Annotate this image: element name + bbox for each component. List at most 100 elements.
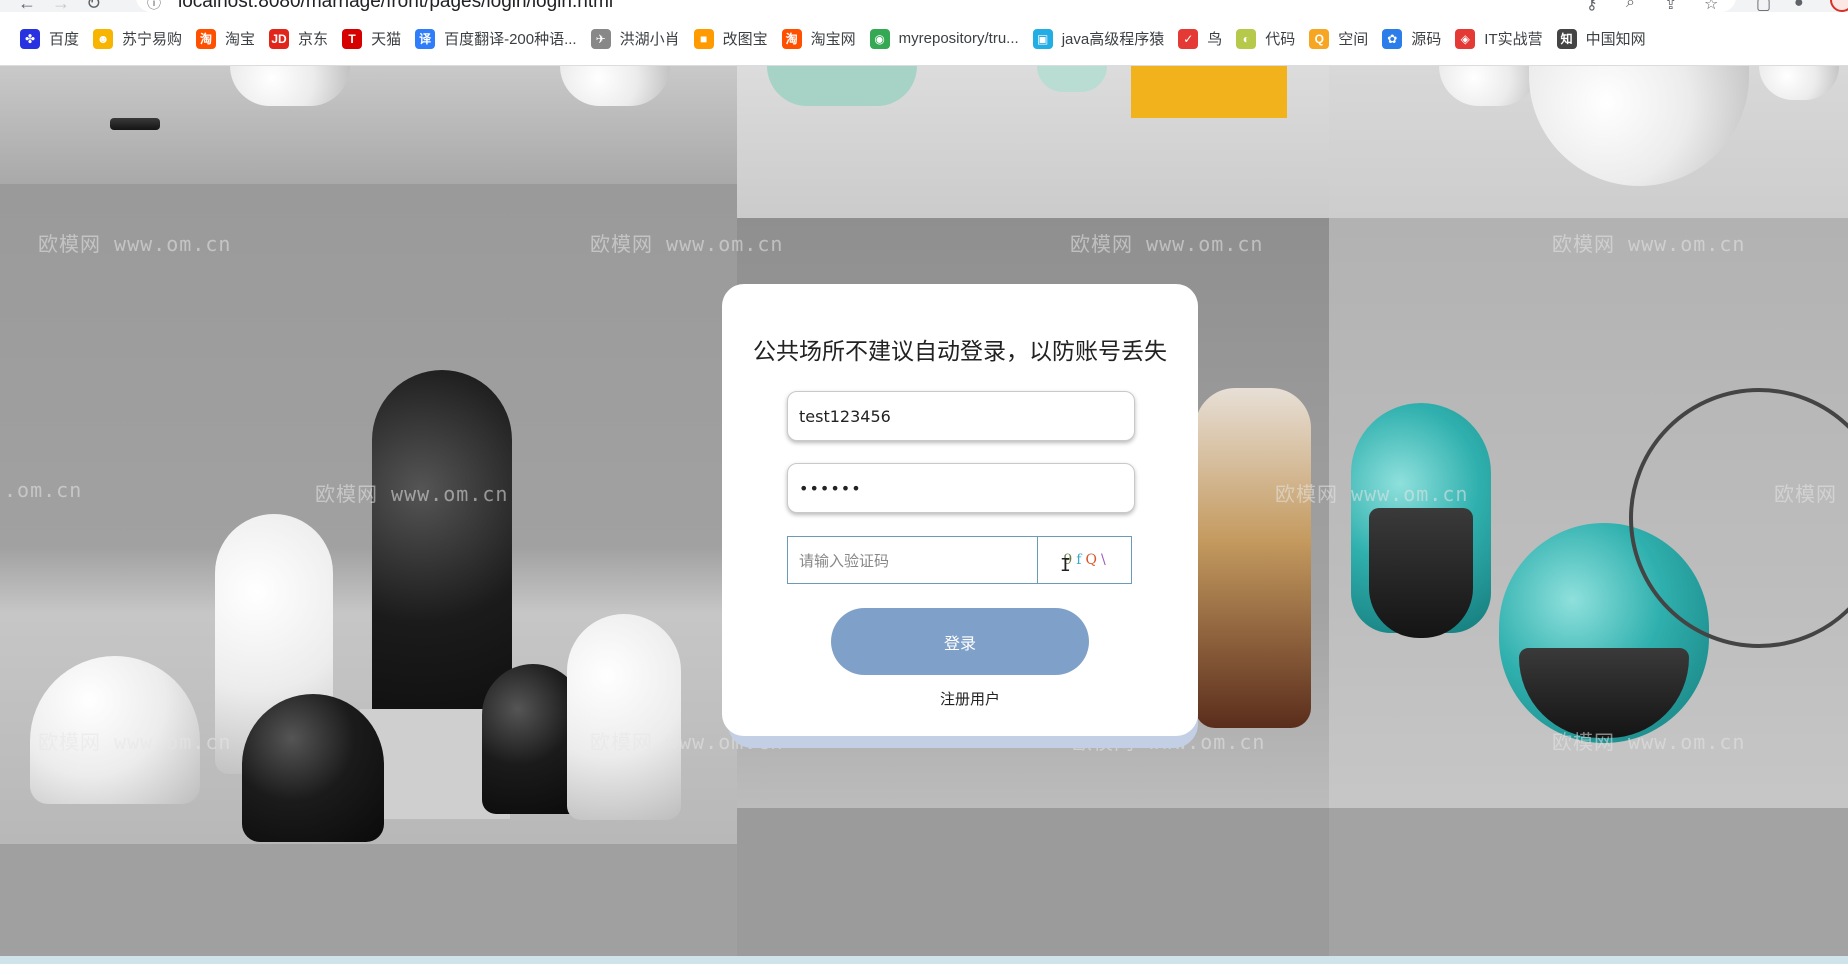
tab-square-icon[interactable]: ▢	[1756, 0, 1771, 12]
back-arrow-icon[interactable]: ←	[18, 0, 36, 12]
photo-tile	[737, 808, 1329, 956]
browser-toolbar: ← → ↻ ⓘ localhost:8080/marriage/front/pa…	[0, 0, 1848, 12]
it-icon: ◈	[1455, 28, 1476, 49]
bookmark-label: 洪湖小肖	[619, 31, 680, 48]
photo-tile	[0, 66, 737, 184]
photo-tile	[1329, 218, 1848, 874]
login-button[interactable]: 登录	[831, 608, 1089, 675]
bookmark-item[interactable]: 淘淘宝网	[778, 23, 866, 55]
bilibili-icon: ▣	[1032, 28, 1053, 49]
watermark: 欧模网 www.om.cn	[1070, 232, 1264, 256]
bookmark-item[interactable]: ✓ 鸟	[1174, 23, 1232, 55]
vase-shape	[560, 66, 670, 106]
bookmark-item[interactable]: ◐ 代码	[1232, 23, 1305, 55]
bookmark-label: 京东	[298, 31, 329, 48]
bookmark-label: 淘宝网	[810, 31, 856, 48]
bookmark-label: 天猫	[371, 31, 402, 48]
bookmark-label: java高级程序猿	[1061, 31, 1165, 48]
bookmark-item[interactable]: ◈ IT实战营	[1451, 23, 1552, 55]
reload-icon[interactable]: ↻	[86, 0, 101, 12]
bookmark-item[interactable]: ✈ 洪湖小肖	[587, 23, 690, 55]
bookmark-label: 中国知网	[1585, 31, 1646, 48]
captcha-char: \	[1100, 552, 1106, 568]
watermark: 欧模网 www.om.cn	[590, 232, 784, 256]
captcha-input[interactable]: 请输入验证码	[788, 537, 1038, 583]
username-input[interactable]: test123456	[787, 391, 1135, 441]
vase-shape	[767, 66, 917, 106]
bookmark-item[interactable]: ✿ 源码	[1378, 23, 1451, 55]
bookmarks-bar: ✤ 百度 ☻ 苏宁易购淘淘宝 JD 京东 T 天猫译百度翻译-200种语... ✈ 洪湖小肖 ■ 改图…	[0, 12, 1848, 66]
bookmark-item[interactable]: ■ 改图宝	[690, 23, 778, 55]
login-title: 公共场所不建议自动登录，以防账号丢失	[753, 339, 1167, 365]
bookmark-item[interactable]: Q 空间	[1305, 23, 1378, 55]
bookmark-item[interactable]: 译百度翻译-200种语...	[411, 23, 587, 55]
bookmark-label: 源码	[1411, 31, 1442, 48]
photo-tile	[737, 66, 1329, 218]
bookmark-item[interactable]: T 天猫	[338, 23, 411, 55]
profile-avatar[interactable]	[1830, 0, 1848, 12]
password-input[interactable]: ••••••	[787, 463, 1135, 513]
bookmark-label: 鸟	[1207, 31, 1223, 48]
vase-shape	[242, 694, 384, 842]
captcha-image[interactable]: 9 f Q \	[1038, 537, 1131, 583]
gaitubao-icon: ■	[693, 28, 714, 49]
box-shape	[1131, 66, 1287, 118]
jd-icon: JD	[269, 28, 290, 49]
bookmark-item[interactable]: ✤ 百度	[16, 23, 89, 55]
bookmark-item[interactable]: ◉ myrepository/tru...	[866, 23, 1029, 55]
vase-shape	[567, 614, 681, 820]
bookmark-item[interactable]: ☻ 苏宁易购	[89, 23, 192, 55]
account-icon[interactable]: ●	[1794, 0, 1804, 12]
bookmark-label: myrepository/tru...	[898, 30, 1019, 47]
watermark: 欧模网 www.om.cn	[38, 232, 232, 256]
star-icon[interactable]: ☆	[1704, 0, 1718, 12]
chrome-icon: ◉	[869, 28, 890, 49]
bookmark-item[interactable]: 淘淘宝	[192, 23, 265, 55]
bird-icon: ✈	[590, 28, 611, 49]
photo-tile	[0, 844, 737, 956]
bookmark-label: IT实战营	[1484, 31, 1543, 48]
suning-icon: ☻	[93, 28, 114, 49]
watermark: 欧模网 www.om.cn	[315, 482, 509, 506]
baidu-translate-icon: 译	[415, 28, 436, 49]
bookmark-label: 淘宝	[225, 31, 256, 48]
vase-shape	[1529, 66, 1749, 186]
watermark: 欧模网 www.om.cn	[38, 730, 232, 754]
taobao-icon: 淘	[781, 28, 802, 49]
captcha-char: f	[1076, 552, 1082, 568]
jar-base-shape	[1369, 508, 1473, 638]
bookmark-item[interactable]: 知中国知网	[1553, 23, 1656, 55]
vase-shape	[1037, 66, 1107, 92]
bookmark-item[interactable]: JD 京东	[265, 23, 338, 55]
cnki-icon: 知	[1556, 28, 1577, 49]
share-icon[interactable]: ⇪	[1664, 0, 1677, 12]
captcha-group: 请输入验证码 9 f Q \	[787, 536, 1132, 584]
site-info-icon[interactable]: ⓘ	[147, 0, 161, 12]
register-link[interactable]: 注册用户	[722, 688, 1198, 709]
taobao-icon: 淘	[196, 28, 217, 49]
bookmark-label: 百度	[49, 31, 80, 48]
bird-red-icon: ✓	[1178, 28, 1199, 49]
stand-shape	[110, 118, 160, 130]
captcha-char: Q	[1085, 552, 1097, 568]
bookmark-item[interactable]: ▣ java高级程序猿	[1029, 23, 1175, 55]
bottom-strip	[0, 956, 1848, 964]
watermark: 欧模网 www.om.cn	[1552, 730, 1746, 754]
bookmark-label: 代码	[1265, 31, 1296, 48]
photo-tile	[1329, 808, 1848, 956]
watermark: 欧模网 www.om.cn	[1552, 232, 1746, 256]
login-card: 公共场所不建议自动登录，以防账号丢失 test123456 •••••• 请输入…	[722, 284, 1198, 736]
qzone-icon: Q	[1309, 28, 1330, 49]
forward-arrow-icon[interactable]: →	[52, 0, 70, 12]
gitee-icon: ✿	[1382, 28, 1403, 49]
vase-shape	[230, 66, 350, 106]
bookmark-label: 改图宝	[722, 31, 768, 48]
bookmark-label: 百度翻译-200种语...	[444, 31, 577, 48]
address-url[interactable]: localhost:8080/marriage/front/pages/logi…	[178, 0, 613, 12]
bookmark-label: 苏宁易购	[122, 31, 183, 48]
vase-shape	[1195, 388, 1311, 728]
vase-shape	[1759, 66, 1839, 100]
photo-tile	[1329, 66, 1848, 218]
key-icon[interactable]: ⚷	[1586, 0, 1598, 12]
zoom-icon[interactable]: ⌕	[1626, 0, 1635, 12]
